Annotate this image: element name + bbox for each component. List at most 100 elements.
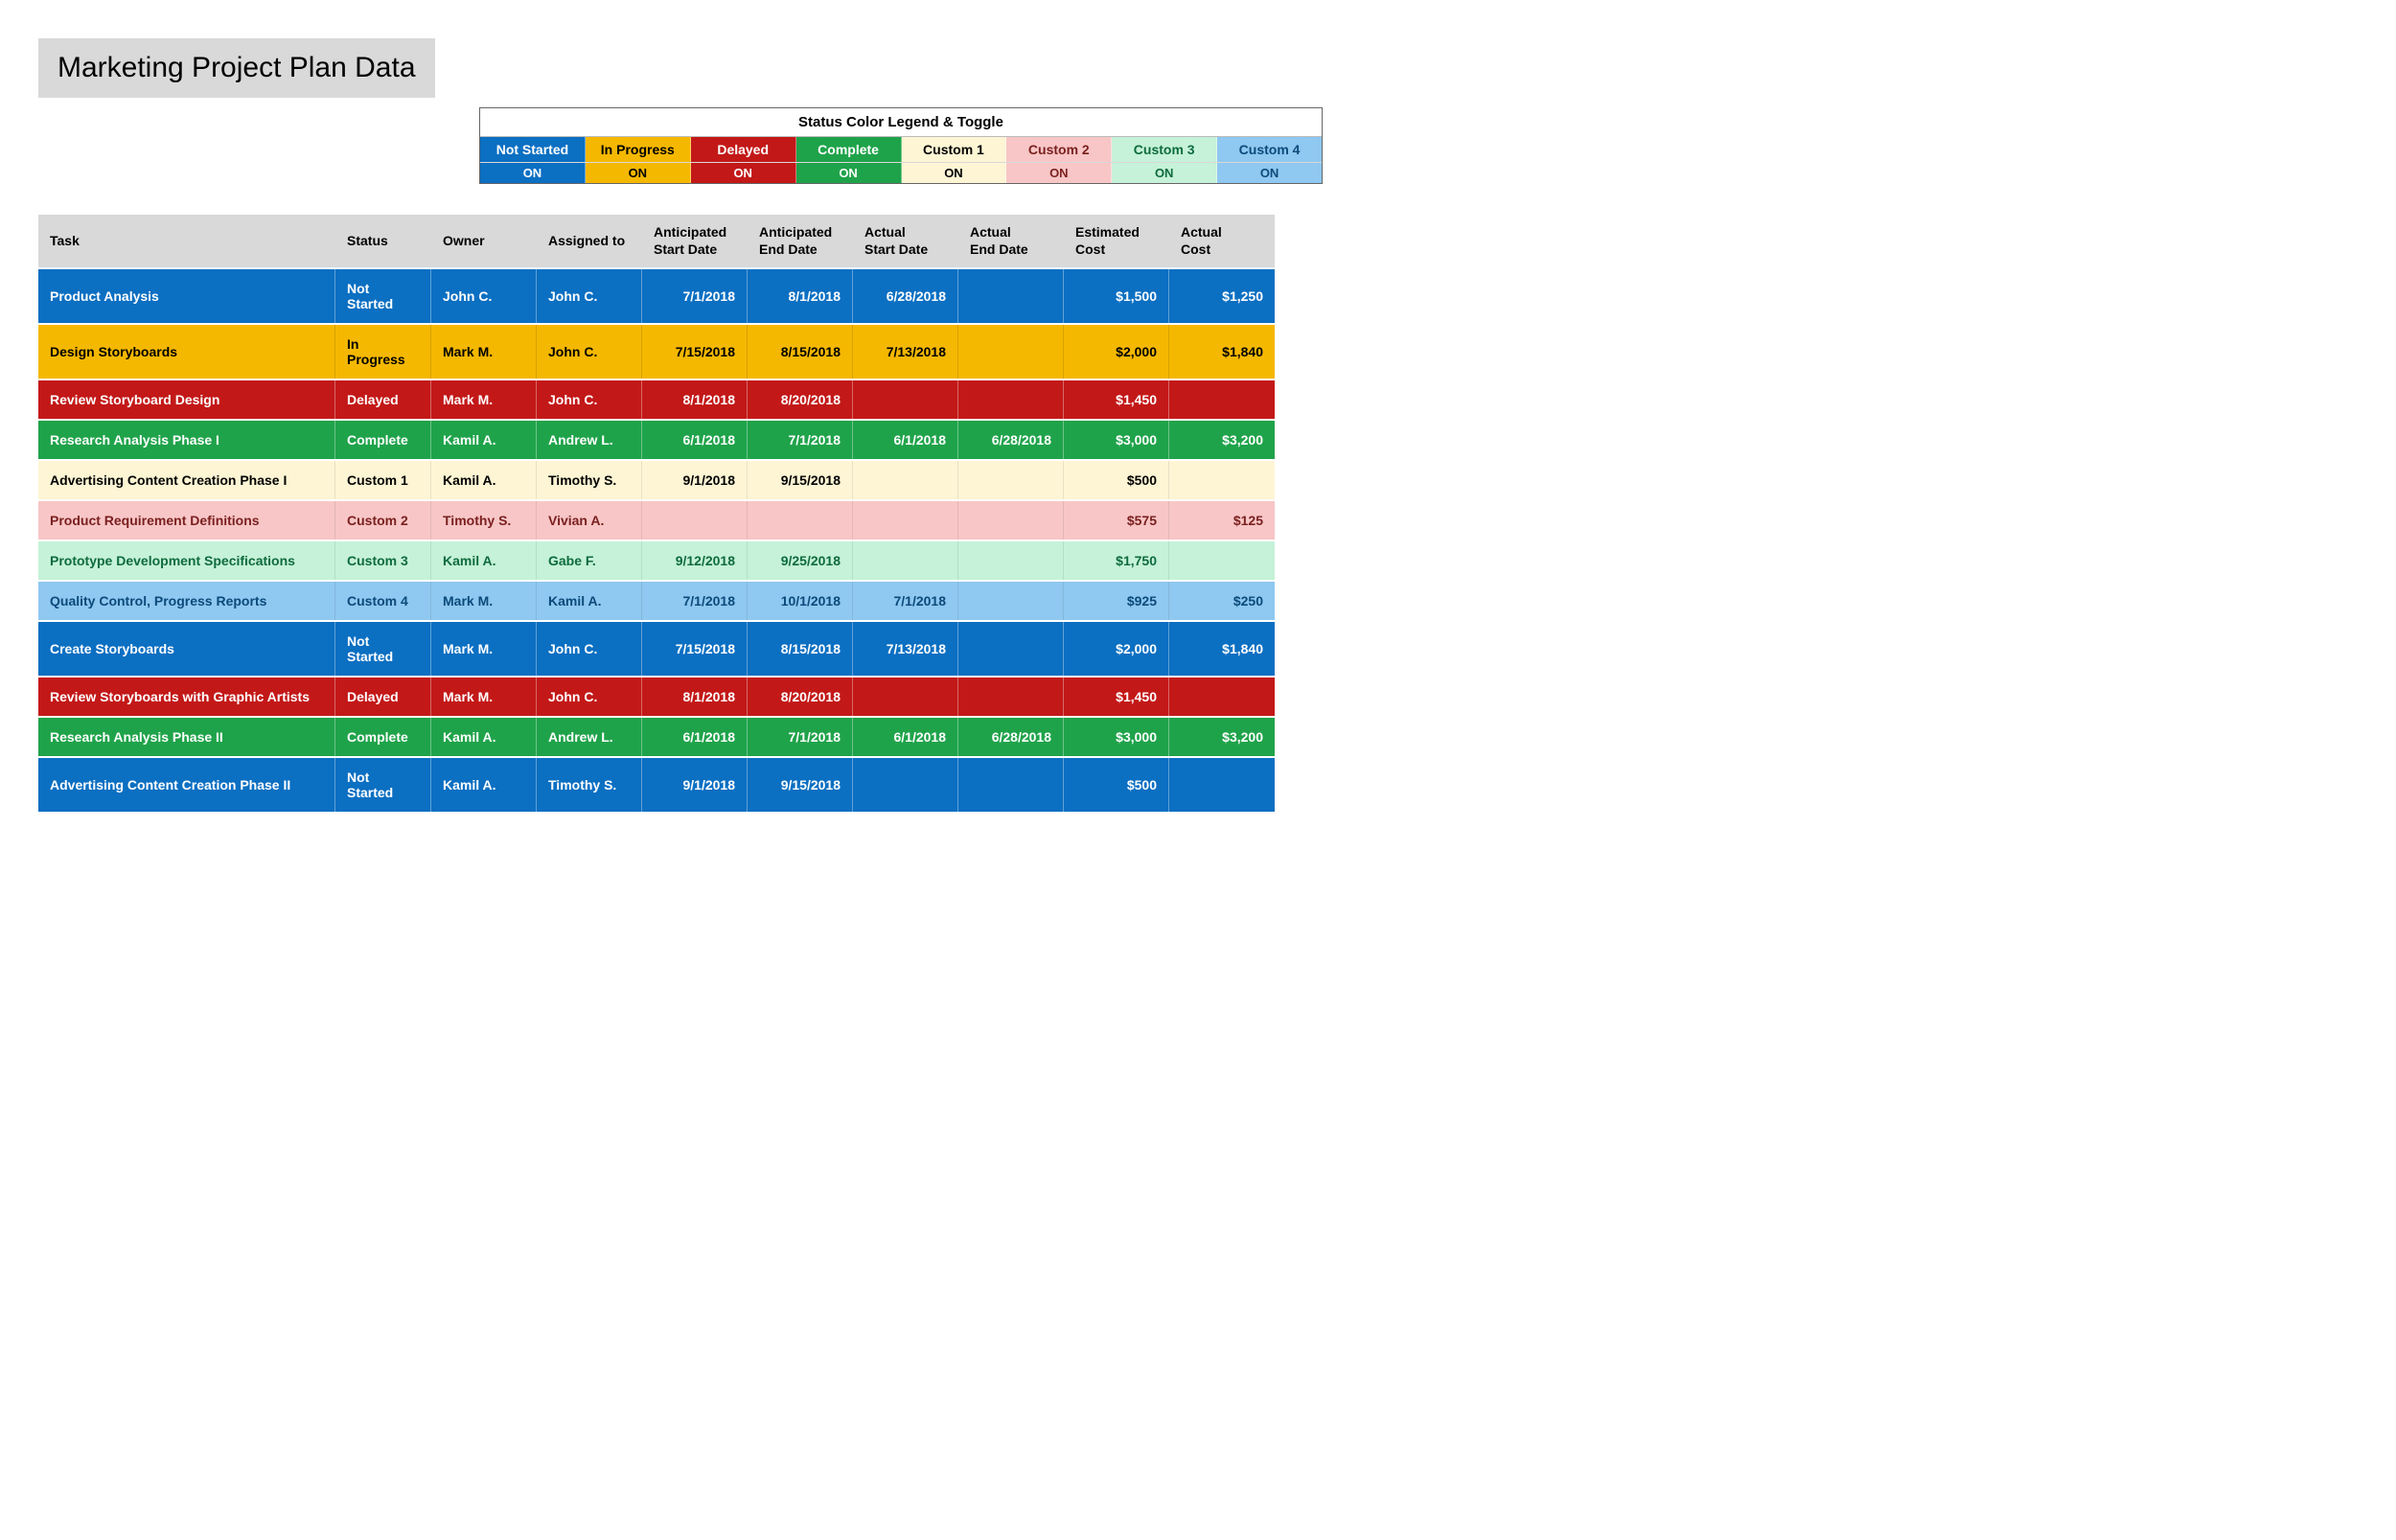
legend-label-4: Custom 1 bbox=[902, 137, 1007, 162]
cell-actEnd bbox=[958, 461, 1064, 499]
cell-status: Custom 1 bbox=[335, 461, 431, 499]
column-header-2: Owner bbox=[431, 215, 537, 267]
cell-actCost bbox=[1169, 758, 1275, 812]
cell-task: Product Requirement Definitions bbox=[38, 501, 335, 540]
cell-owner: Mark M. bbox=[431, 582, 537, 620]
cell-estCost: $3,000 bbox=[1064, 421, 1169, 459]
cell-antEnd: 8/15/2018 bbox=[748, 622, 853, 676]
legend-label-7: Custom 4 bbox=[1217, 137, 1322, 162]
cell-antEnd: 8/1/2018 bbox=[748, 269, 853, 323]
cell-actCost: $250 bbox=[1169, 582, 1275, 620]
legend-toggles-row: ONONONONONONONON bbox=[480, 162, 1322, 183]
cell-antEnd: 10/1/2018 bbox=[748, 582, 853, 620]
cell-estCost: $2,000 bbox=[1064, 325, 1169, 379]
table-row: Review Storyboards with Graphic ArtistsD… bbox=[38, 678, 1275, 716]
cell-owner: Kamil A. bbox=[431, 541, 537, 580]
legend-toggle-1[interactable]: ON bbox=[586, 163, 691, 183]
cell-owner: Timothy S. bbox=[431, 501, 537, 540]
cell-antEnd: 8/20/2018 bbox=[748, 380, 853, 419]
cell-status: Custom 3 bbox=[335, 541, 431, 580]
legend-toggle-0[interactable]: ON bbox=[480, 163, 586, 183]
cell-antEnd: 9/15/2018 bbox=[748, 758, 853, 812]
cell-actEnd bbox=[958, 622, 1064, 676]
cell-assigned: John C. bbox=[537, 325, 642, 379]
cell-actCost bbox=[1169, 678, 1275, 716]
cell-actEnd bbox=[958, 758, 1064, 812]
cell-task: Design Storyboards bbox=[38, 325, 335, 379]
legend-container: Status Color Legend & Toggle Not Started… bbox=[479, 107, 2358, 184]
cell-owner: Mark M. bbox=[431, 380, 537, 419]
cell-antEnd bbox=[748, 501, 853, 540]
legend-label-6: Custom 3 bbox=[1112, 137, 1217, 162]
cell-actEnd bbox=[958, 678, 1064, 716]
cell-actStart: 6/1/2018 bbox=[853, 421, 958, 459]
legend-toggle-3[interactable]: ON bbox=[796, 163, 902, 183]
cell-antEnd: 9/15/2018 bbox=[748, 461, 853, 499]
cell-actStart bbox=[853, 541, 958, 580]
cell-assigned: John C. bbox=[537, 678, 642, 716]
legend-toggle-2[interactable]: ON bbox=[691, 163, 796, 183]
cell-assigned: Timothy S. bbox=[537, 758, 642, 812]
table-row: Product AnalysisNot StartedJohn C.John C… bbox=[38, 269, 1275, 323]
cell-estCost: $500 bbox=[1064, 758, 1169, 812]
cell-assigned: Gabe F. bbox=[537, 541, 642, 580]
cell-actEnd bbox=[958, 325, 1064, 379]
cell-estCost: $1,500 bbox=[1064, 269, 1169, 323]
cell-actStart bbox=[853, 501, 958, 540]
cell-status: Delayed bbox=[335, 678, 431, 716]
cell-antStart: 8/1/2018 bbox=[642, 678, 748, 716]
cell-owner: John C. bbox=[431, 269, 537, 323]
cell-assigned: Timothy S. bbox=[537, 461, 642, 499]
legend-toggle-6[interactable]: ON bbox=[1112, 163, 1217, 183]
legend-label-5: Custom 2 bbox=[1006, 137, 1112, 162]
cell-owner: Mark M. bbox=[431, 678, 537, 716]
legend-label-2: Delayed bbox=[691, 137, 796, 162]
cell-actCost: $1,840 bbox=[1169, 325, 1275, 379]
cell-task: Advertising Content Creation Phase II bbox=[38, 758, 335, 812]
cell-antEnd: 8/15/2018 bbox=[748, 325, 853, 379]
legend-toggle-7[interactable]: ON bbox=[1217, 163, 1322, 183]
cell-task: Product Analysis bbox=[38, 269, 335, 323]
cell-actEnd bbox=[958, 582, 1064, 620]
table-header-row: TaskStatusOwnerAssigned toAnticipatedSta… bbox=[38, 215, 1275, 267]
cell-antStart: 6/1/2018 bbox=[642, 421, 748, 459]
cell-task: Review Storyboards with Graphic Artists bbox=[38, 678, 335, 716]
cell-actCost: $3,200 bbox=[1169, 718, 1275, 756]
cell-actStart: 6/28/2018 bbox=[853, 269, 958, 323]
cell-estCost: $2,000 bbox=[1064, 622, 1169, 676]
table-row: Review Storyboard DesignDelayedMark M.Jo… bbox=[38, 380, 1275, 419]
column-header-9: ActualCost bbox=[1169, 215, 1275, 267]
page-title: Marketing Project Plan Data bbox=[38, 38, 435, 98]
legend-label-1: In Progress bbox=[586, 137, 691, 162]
legend-labels-row: Not StartedIn ProgressDelayedCompleteCus… bbox=[480, 137, 1322, 162]
column-header-5: AnticipatedEnd Date bbox=[748, 215, 853, 267]
table-row: Create StoryboardsNot StartedMark M.John… bbox=[38, 622, 1275, 676]
cell-owner: Kamil A. bbox=[431, 461, 537, 499]
cell-status: Not Started bbox=[335, 622, 431, 676]
cell-task: Prototype Development Specifications bbox=[38, 541, 335, 580]
cell-actCost bbox=[1169, 380, 1275, 419]
cell-actCost bbox=[1169, 461, 1275, 499]
cell-owner: Mark M. bbox=[431, 325, 537, 379]
legend-toggle-4[interactable]: ON bbox=[902, 163, 1007, 183]
legend-label-3: Complete bbox=[796, 137, 902, 162]
cell-status: Custom 4 bbox=[335, 582, 431, 620]
cell-estCost: $575 bbox=[1064, 501, 1169, 540]
column-header-4: AnticipatedStart Date bbox=[642, 215, 748, 267]
cell-antStart: 7/1/2018 bbox=[642, 582, 748, 620]
cell-estCost: $3,000 bbox=[1064, 718, 1169, 756]
cell-antStart: 8/1/2018 bbox=[642, 380, 748, 419]
table-body: Product AnalysisNot StartedJohn C.John C… bbox=[38, 269, 1275, 812]
cell-actCost bbox=[1169, 541, 1275, 580]
cell-status: Delayed bbox=[335, 380, 431, 419]
legend-toggle-5[interactable]: ON bbox=[1006, 163, 1112, 183]
cell-actStart: 7/13/2018 bbox=[853, 622, 958, 676]
legend-label-0: Not Started bbox=[480, 137, 586, 162]
cell-task: Advertising Content Creation Phase I bbox=[38, 461, 335, 499]
cell-actStart bbox=[853, 461, 958, 499]
cell-assigned: Vivian A. bbox=[537, 501, 642, 540]
cell-task: Research Analysis Phase I bbox=[38, 421, 335, 459]
cell-actStart: 6/1/2018 bbox=[853, 718, 958, 756]
cell-antEnd: 7/1/2018 bbox=[748, 718, 853, 756]
cell-actEnd bbox=[958, 541, 1064, 580]
